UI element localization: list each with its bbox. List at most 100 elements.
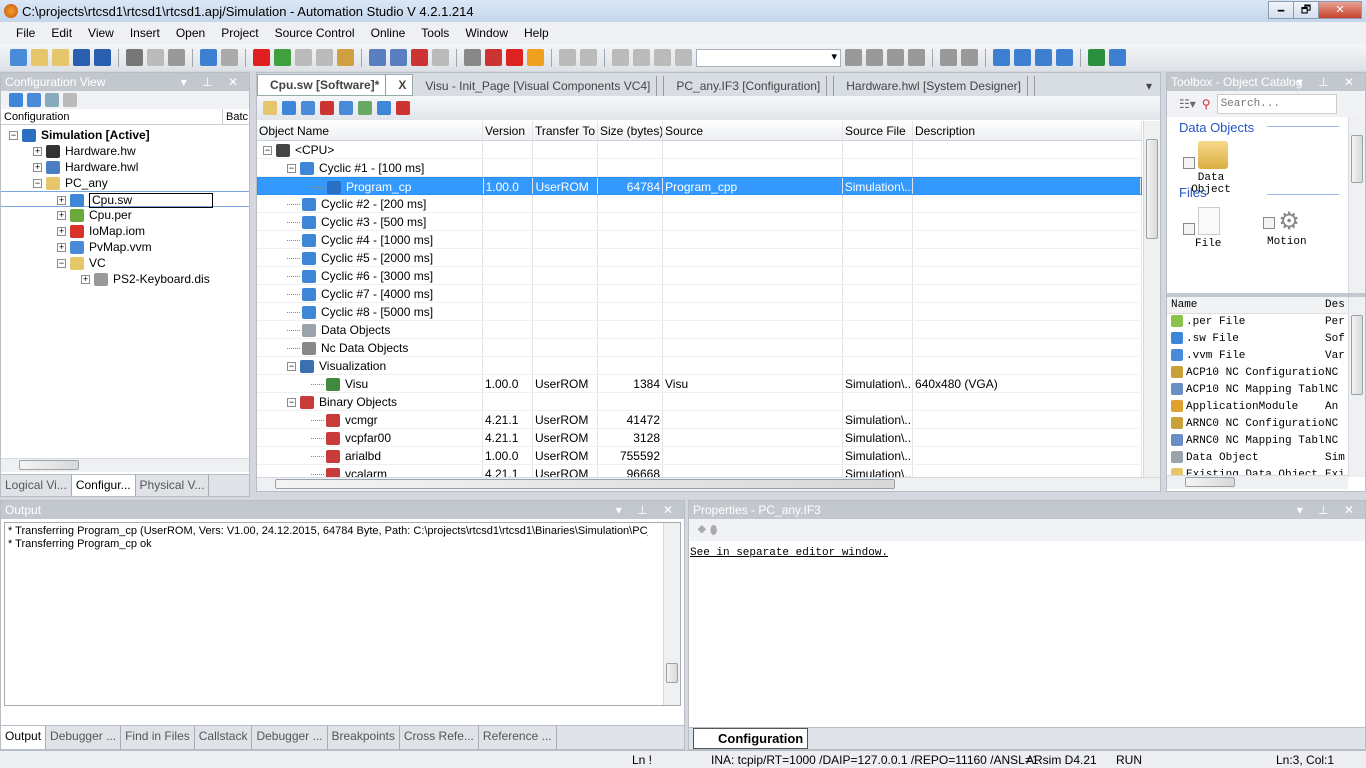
document-tab[interactable]: Visu - Init_Page [Visual Components VC4] xyxy=(413,76,665,96)
toolbar-button-icon[interactable] xyxy=(887,49,904,66)
separate-editor-link[interactable]: See in separate editor window. xyxy=(689,541,1365,565)
catalog-item[interactable]: ACP10 NC Configuration NC xyxy=(1167,365,1365,382)
document-tab[interactable]: Hardware.hwl [System Designer] xyxy=(834,76,1035,96)
table-row[interactable]: − Visualization xyxy=(257,357,1142,375)
toolbar-button-icon[interactable] xyxy=(1014,49,1031,66)
toolbar-button-icon[interactable] xyxy=(274,49,291,66)
column-header[interactable]: Description xyxy=(913,121,1142,140)
tab-breakpoints[interactable]: Breakpoints xyxy=(328,726,400,749)
column-name[interactable]: Name xyxy=(1167,297,1325,313)
toolbar-button-icon[interactable] xyxy=(845,49,862,66)
catalog-item[interactable]: .per File Per xyxy=(1167,314,1365,331)
toolbar-button-icon[interactable] xyxy=(506,49,523,66)
tab-debugger-2[interactable]: Debugger ... xyxy=(252,726,328,749)
menu-file[interactable]: File xyxy=(8,26,43,40)
minimize-button[interactable]: 🗕 xyxy=(1268,1,1294,19)
column-batch[interactable]: Batc xyxy=(223,109,248,124)
output-text[interactable]: * Transferring Program_cp (UserROM, Vers… xyxy=(4,522,681,706)
table-row[interactable]: Cyclic #3 - [500 ms] xyxy=(257,213,1142,231)
collapse-icon[interactable]: − xyxy=(33,179,42,189)
expand-icon[interactable]: + xyxy=(33,163,42,173)
table-row[interactable]: Visu 1.00.0 UserROM 1384 Visu Simulation\... 6… xyxy=(257,375,1142,393)
table-row[interactable]: arialbd 1.00.0 UserROM 755592 Simulation\... xyxy=(257,447,1142,465)
editor-toolbar-button-icon[interactable] xyxy=(263,101,277,115)
close-button[interactable]: ✕ xyxy=(1318,1,1362,19)
maximize-button[interactable]: 🗗 xyxy=(1293,1,1319,19)
vertical-scrollbar[interactable] xyxy=(663,523,680,705)
checkbox[interactable] xyxy=(1263,217,1275,229)
toolbar-button-icon[interactable] xyxy=(612,49,629,66)
menu-window[interactable]: Window xyxy=(457,26,516,40)
collapse-icon[interactable]: − xyxy=(57,259,66,269)
table-row[interactable]: Cyclic #6 - [3000 ms] xyxy=(257,267,1142,285)
toolbar-button-icon[interactable] xyxy=(147,49,164,66)
toolbar-button-icon[interactable] xyxy=(675,49,692,66)
menu-tools[interactable]: Tools xyxy=(413,26,457,40)
panel-controls[interactable]: ▾ ⊥ ✕ xyxy=(1297,501,1360,519)
tree-item[interactable]: + Hardware.hwl xyxy=(1,159,249,175)
menu-project[interactable]: Project xyxy=(213,26,266,40)
tile-motion[interactable]: ⚙ Motion xyxy=(1263,207,1307,248)
horizontal-scrollbar[interactable] xyxy=(257,477,1160,491)
expand-icon[interactable]: + xyxy=(57,243,66,253)
catalog-item[interactable]: Data Object Sim xyxy=(1167,450,1365,467)
toolbar-button-icon[interactable] xyxy=(654,49,671,66)
close-tab-icon[interactable]: X xyxy=(398,78,406,92)
toolbar-button-icon[interactable] xyxy=(527,49,544,66)
toolbar-button-icon[interactable] xyxy=(1035,49,1052,66)
menu-help[interactable]: Help xyxy=(516,26,557,40)
toolbar-button-icon[interactable] xyxy=(126,49,143,66)
toolbar-button-icon[interactable] xyxy=(993,49,1010,66)
table-row[interactable]: Cyclic #2 - [200 ms] xyxy=(257,195,1142,213)
editor-toolbar-button-icon[interactable] xyxy=(396,101,410,115)
menu-edit[interactable]: Edit xyxy=(43,26,80,40)
panel-controls[interactable]: ▾ ⊥ ✕ xyxy=(1297,73,1360,91)
toolbar-button-icon[interactable] xyxy=(464,49,481,66)
tree-item[interactable]: + PvMap.vvm xyxy=(1,239,249,255)
column-header[interactable]: Object Name xyxy=(257,121,483,140)
catalog-item[interactable]: .sw File Sof xyxy=(1167,331,1365,348)
toolbar-button-icon[interactable] xyxy=(1109,49,1126,66)
tab-debugger-1[interactable]: Debugger ... xyxy=(46,726,122,749)
toolbar-button-icon[interactable] xyxy=(316,49,333,66)
document-tab[interactable]: PC_any.IF3 [Configuration] xyxy=(664,76,835,96)
expand-icon[interactable]: + xyxy=(57,211,66,221)
menu-open[interactable]: Open xyxy=(168,26,213,40)
table-row[interactable]: Cyclic #7 - [4000 ms] xyxy=(257,285,1142,303)
tree-item[interactable]: − VC xyxy=(1,255,249,271)
column-header[interactable]: Source File xyxy=(843,121,913,140)
filter-clear-icon[interactable]: ⚲ xyxy=(1202,97,1211,111)
collapse-icon[interactable]: − xyxy=(287,362,296,372)
toolbar-button-icon[interactable] xyxy=(253,49,270,66)
document-tab[interactable]: Cpu.sw [Software]* X xyxy=(257,74,414,96)
table-row[interactable]: Cyclic #4 - [1000 ms] xyxy=(257,231,1142,249)
tab-physical-view[interactable]: Physical V... xyxy=(136,475,210,496)
table-row[interactable]: Cyclic #5 - [2000 ms] xyxy=(257,249,1142,267)
tab-configuration-view[interactable]: Configur... xyxy=(71,475,136,496)
table-row[interactable]: Data Objects xyxy=(257,321,1142,339)
toolbar-button-icon[interactable] xyxy=(168,49,185,66)
catalog-item[interactable]: .vvm File Var xyxy=(1167,348,1365,365)
tree-item[interactable]: − PC_any xyxy=(1,175,249,191)
editor-toolbar-button-icon[interactable] xyxy=(320,101,334,115)
toolbar-button-icon[interactable] xyxy=(485,49,502,66)
toolbar-button-icon[interactable] xyxy=(52,49,69,66)
table-row[interactable]: − Cyclic #1 - [100 ms] xyxy=(257,159,1142,177)
toolbar-button-icon[interactable] xyxy=(369,49,386,66)
editor-toolbar-button-icon[interactable] xyxy=(282,101,296,115)
tile-file[interactable]: File xyxy=(1183,207,1221,250)
column-header[interactable]: Size (bytes) xyxy=(598,121,663,140)
table-row[interactable]: Cyclic #8 - [5000 ms] xyxy=(257,303,1142,321)
table-row[interactable]: vcmgr 4.21.1 UserROM 41472 Simulation\... xyxy=(257,411,1142,429)
horizontal-scrollbar[interactable] xyxy=(1,458,249,472)
tab-output[interactable]: Output xyxy=(1,726,47,749)
config-icon[interactable] xyxy=(9,93,23,107)
menu-view[interactable]: View xyxy=(80,26,122,40)
column-header[interactable]: Version xyxy=(483,121,533,140)
toolbar-button-icon[interactable] xyxy=(94,49,111,66)
editor-toolbar-button-icon[interactable] xyxy=(377,101,391,115)
view-mode-icon[interactable]: ☷▾ xyxy=(1179,97,1196,111)
tab-callstack[interactable]: Callstack xyxy=(195,726,253,749)
panel-controls[interactable]: ▾ ⊥ ✕ xyxy=(616,501,679,519)
catalog-item[interactable]: ARNC0 NC Mapping Table NC xyxy=(1167,433,1365,450)
